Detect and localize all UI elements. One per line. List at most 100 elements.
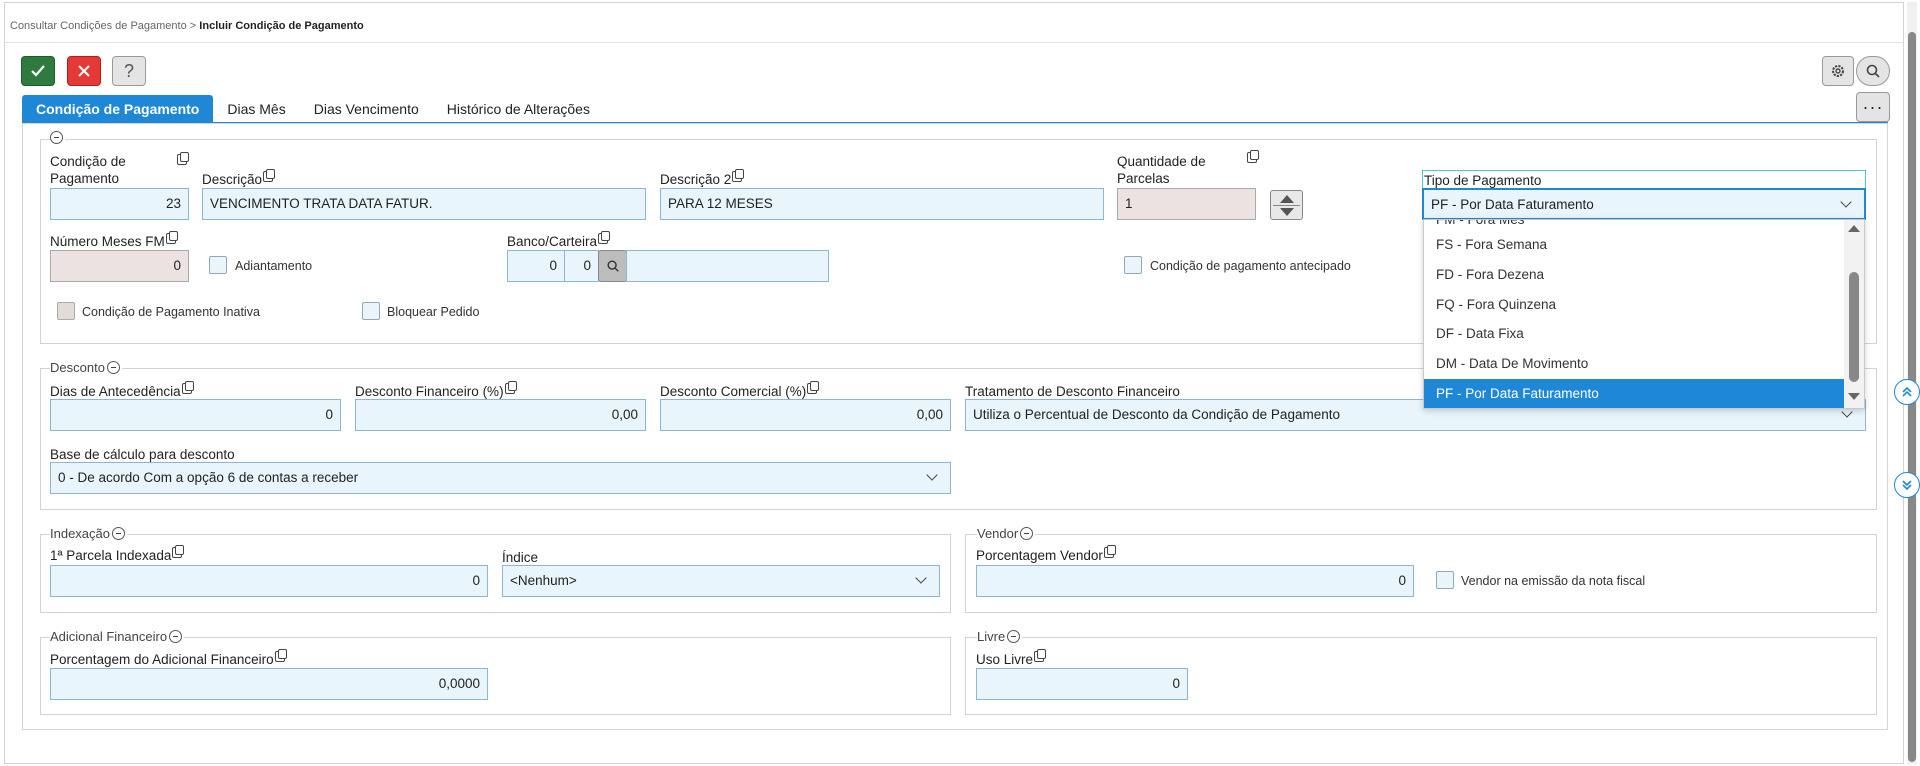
vendor-emissao-checkbox[interactable] [1436, 571, 1454, 589]
copy-icon[interactable] [1247, 150, 1259, 163]
condicao-field[interactable]: 23 [50, 188, 189, 220]
breadcrumb: Consultar Condições de Pagamento > Inclu… [10, 20, 364, 32]
antecedencia-label: Dias de Antecedência [50, 381, 194, 400]
desconto-financeiro-field[interactable]: 0,00 [355, 399, 646, 431]
dropdown-option-selected[interactable]: PF - Por Data Faturamento [1424, 379, 1845, 408]
descricao2-label: Descrição 2 [660, 169, 745, 188]
settings-button[interactable] [1822, 56, 1854, 86]
scroll-top-button[interactable] [1894, 379, 1920, 405]
adicional-financeiro-label: Porcentagem do Adicional Financeiro [50, 649, 287, 668]
breadcrumb-current: Incluir Condição de Pagamento [199, 20, 364, 32]
dropdown-option[interactable]: DF - Data Fixa [1424, 319, 1845, 349]
uso-livre-field[interactable]: 0 [976, 668, 1188, 700]
base-calculo-value: 0 - De acordo Com a opção 6 de contas a … [58, 470, 359, 485]
descricao-field[interactable]: VENCIMENTO TRATA DATA FATUR. [202, 188, 646, 220]
scroll-bottom-button[interactable] [1894, 472, 1920, 498]
dropdown-option[interactable]: DM - Data De Movimento [1424, 349, 1845, 379]
parcela-indexada-field[interactable]: 0 [50, 565, 488, 597]
banco-carteira-label: Banco/Carteira [507, 231, 611, 250]
tipo-pagamento-select[interactable]: PF - Por Data Faturamento [1422, 188, 1866, 220]
dropdown-scrollbar[interactable] [1844, 220, 1864, 408]
parcela-indexada-label: 1ª Parcela Indexada [50, 545, 185, 564]
collapse-icon[interactable] [106, 361, 120, 374]
copy-icon[interactable] [504, 381, 517, 394]
gear-icon [1832, 65, 1844, 77]
tab-dias-mes[interactable]: Dias Mês [213, 95, 299, 123]
banco-descricao-field[interactable] [626, 250, 829, 282]
cancel-button[interactable] [67, 56, 101, 86]
bloquear-pedido-label: Bloquear Pedido [387, 305, 480, 319]
dropdown-scrollbar-thumb[interactable] [1849, 272, 1859, 382]
collapse-icon[interactable] [1007, 630, 1021, 643]
porcentagem-vendor-field[interactable]: 0 [976, 565, 1414, 597]
tratamento-label: Tratamento de Desconto Financeiro [965, 384, 1180, 399]
spinner-up-icon[interactable] [1280, 195, 1294, 203]
tab-historico-alteracoes[interactable]: Histórico de Alterações [433, 95, 604, 123]
adicional-financeiro-field[interactable]: 0,0000 [50, 668, 488, 700]
breadcrumb-parent[interactable]: Consultar Condições de Pagamento [10, 20, 187, 32]
meses-fm-field[interactable]: 0 [50, 250, 189, 282]
tipo-pagamento-label: Tipo de Pagamento [1424, 173, 1542, 188]
confirm-button[interactable] [21, 56, 55, 86]
help-button[interactable]: ? [112, 56, 146, 86]
base-calculo-label: Base de cálculo para desconto [50, 447, 235, 462]
copy-icon[interactable] [172, 545, 185, 558]
copy-icon[interactable] [177, 152, 189, 165]
antecipado-label: Condição de pagamento antecipado [1150, 259, 1351, 273]
collapse-icon[interactable] [1020, 527, 1034, 540]
tab-bar: Condição de Pagamento Dias Mês Dias Venc… [22, 95, 604, 123]
indice-select[interactable]: <Nenhum> [502, 565, 940, 597]
banco-field[interactable]: 0 [507, 250, 565, 282]
inativa-checkbox[interactable] [57, 302, 75, 320]
spinner-down-icon[interactable] [1280, 208, 1294, 216]
collapse-icon[interactable] [50, 131, 63, 144]
dropdown-option[interactable]: FD - Fora Dezena [1424, 260, 1845, 290]
search-icon [1866, 64, 1880, 78]
desconto-comercial-label: Desconto Comercial (%) [660, 381, 820, 400]
help-icon: ? [123, 60, 134, 81]
breadcrumb-separator: > [189, 20, 197, 32]
copy-icon[interactable] [1034, 649, 1047, 662]
antecipado-checkbox[interactable] [1124, 256, 1142, 274]
copy-icon[interactable] [598, 231, 611, 244]
copy-icon[interactable] [732, 169, 745, 182]
vendor-emissao-label: Vendor na emissão da nota fiscal [1461, 574, 1646, 588]
antecedencia-field[interactable]: 0 [50, 399, 341, 431]
tab-dias-vencimento[interactable]: Dias Vencimento [300, 95, 433, 123]
scroll-down-icon[interactable] [1848, 393, 1860, 400]
header-divider [5, 42, 1903, 43]
banco-search-button[interactable] [598, 250, 627, 282]
tab-condicao-pagamento[interactable]: Condição de Pagamento [22, 95, 214, 123]
copy-icon[interactable] [274, 649, 287, 662]
carteira-field[interactable]: 0 [564, 250, 599, 282]
dropdown-option[interactable]: FS - Fora Semana [1424, 230, 1845, 260]
check-icon [31, 65, 45, 77]
copy-icon[interactable] [165, 231, 178, 244]
desconto-financeiro-label: Desconto Financeiro (%) [355, 381, 517, 400]
adiantamento-checkbox[interactable] [209, 256, 227, 274]
close-icon [78, 65, 90, 77]
copy-icon[interactable] [1103, 545, 1116, 558]
desconto-comercial-field[interactable]: 0,00 [660, 399, 951, 431]
collapse-icon[interactable] [112, 527, 125, 540]
porcentagem-vendor-label: Porcentagem Vendor [976, 545, 1116, 564]
descricao2-field[interactable]: PARA 12 MESES [660, 188, 1104, 220]
scroll-up-icon[interactable] [1848, 225, 1860, 232]
base-calculo-select[interactable]: 0 - De acordo Com a opção 6 de contas a … [50, 462, 951, 494]
tipo-pagamento-dropdown: FM - Fora Mês FS - Fora Semana FD - Fora… [1423, 219, 1865, 409]
more-options-button[interactable]: ··· [1856, 92, 1890, 122]
copy-icon[interactable] [807, 381, 820, 394]
collapse-icon[interactable] [169, 630, 183, 643]
bloquear-pedido-checkbox[interactable] [362, 302, 380, 320]
descricao-label: Descrição [202, 169, 276, 188]
more-icon: ··· [1862, 96, 1884, 117]
chevrons-up-icon [1902, 386, 1912, 397]
dropdown-option[interactable]: FQ - Fora Quinzena [1424, 290, 1845, 320]
quantidade-label: Quantidade de Parcelas [1117, 154, 1206, 186]
copy-icon[interactable] [181, 381, 194, 394]
copy-icon[interactable] [263, 169, 276, 182]
quantidade-spinner[interactable] [1270, 190, 1303, 220]
search-button[interactable] [1856, 56, 1890, 86]
indice-label: Índice [502, 550, 539, 565]
quantidade-field[interactable]: 1 [1117, 188, 1256, 220]
